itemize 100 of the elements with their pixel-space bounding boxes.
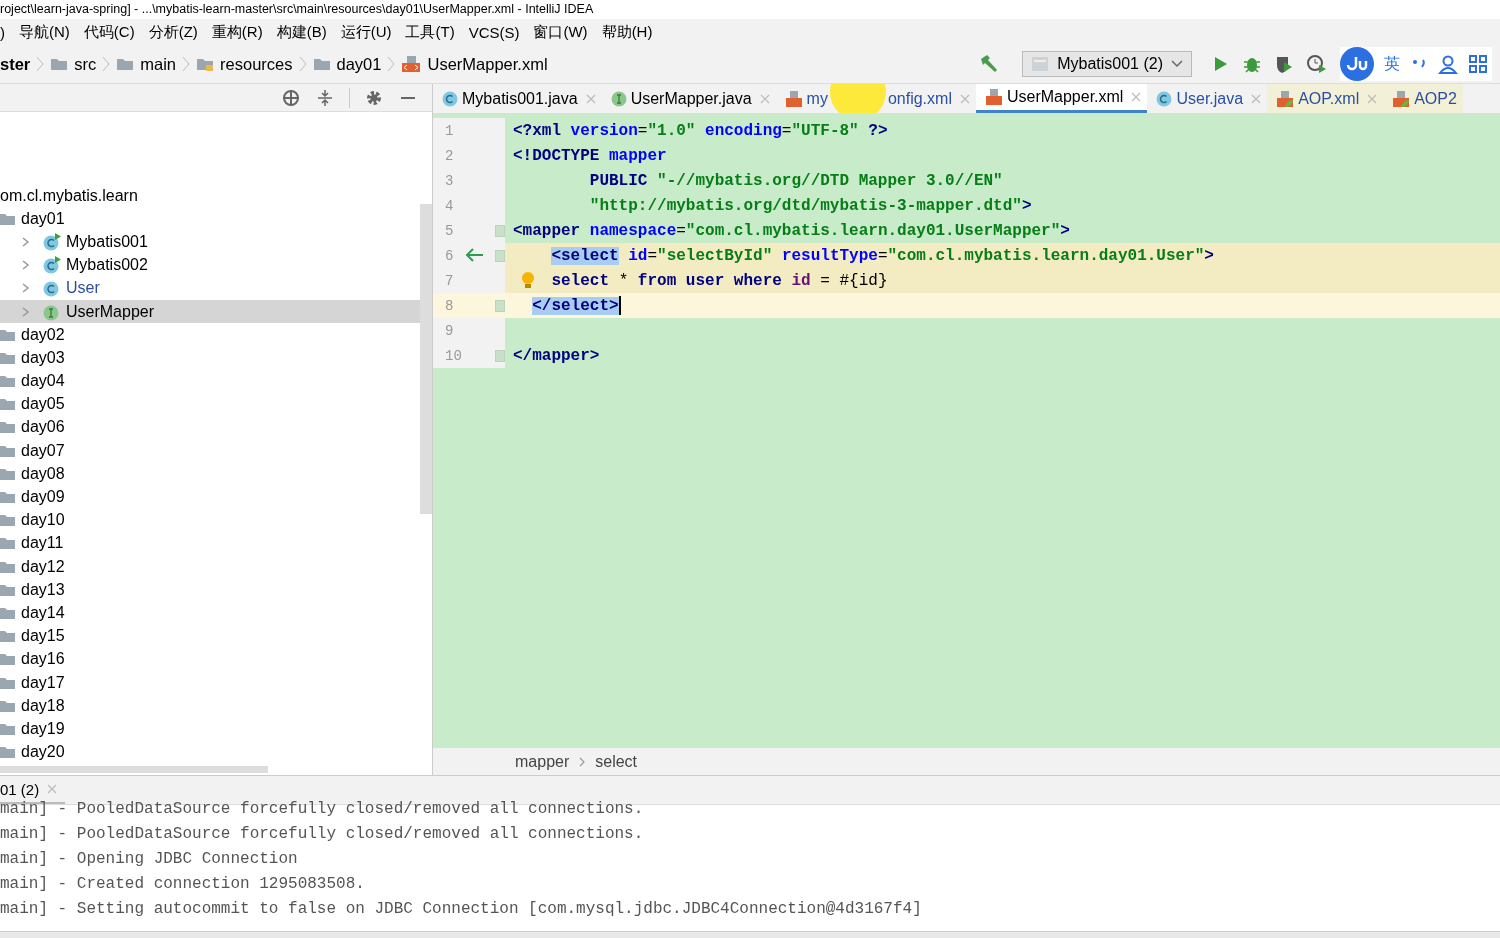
tree-item[interactable]: Mybatis002 <box>0 253 420 277</box>
folder-icon <box>0 350 16 365</box>
collapse-icon[interactable] <box>315 87 335 108</box>
tree-item[interactable]: day02 <box>0 323 420 347</box>
folder-icon <box>0 582 16 597</box>
clock-icon[interactable] <box>1306 54 1328 74</box>
arrow-left-icon[interactable] <box>465 247 485 263</box>
fold-marker-icon[interactable] <box>495 225 505 237</box>
chevron-icon <box>579 756 586 767</box>
caret-icon <box>1171 60 1183 68</box>
line-number: 8 <box>445 297 454 314</box>
close-icon[interactable] <box>1251 93 1262 104</box>
tree-item[interactable]: day19 <box>0 717 420 741</box>
editor-tab[interactable]: AOP.xml <box>1267 84 1384 113</box>
lightbulb-icon[interactable] <box>521 271 535 289</box>
menu-item[interactable]: 导航(N) <box>19 22 70 42</box>
tree-item[interactable]: day16 <box>0 647 420 671</box>
tree-item[interactable]: day12 <box>0 555 420 579</box>
xml-file-icon <box>784 89 803 108</box>
editor-tab[interactable]: UserMapper.java <box>601 84 776 113</box>
console-line: main] - PooledDataSource forcefully closed/removed all connections. <box>0 824 645 845</box>
breadcrumb-item[interactable]: resources <box>220 54 293 74</box>
tree-item[interactable]: day08 <box>0 462 420 486</box>
shield-icon[interactable] <box>1274 54 1294 74</box>
tree-item[interactable]: day05 <box>0 392 420 416</box>
menu-item[interactable]: 帮助(H) <box>601 22 653 42</box>
code-line: select * from user where id = #{id} <box>551 271 888 290</box>
folder-icon <box>0 605 16 620</box>
folder-icon <box>0 327 16 342</box>
menu-item[interactable]: 分析(Z) <box>148 22 198 42</box>
editor-tab[interactable]: Mybatis001.java <box>433 84 602 113</box>
line-number: 5 <box>445 222 454 239</box>
code-line: <mapper namespace="com.cl.mybatis.learn.day01.UserMapper"> <box>513 221 1070 240</box>
breadcrumb-item[interactable]: ster <box>0 54 31 74</box>
folder-icon <box>196 56 215 72</box>
tree-item[interactable]: day03 <box>0 346 420 370</box>
tree-item[interactable]: day17 <box>0 670 420 695</box>
tree-item[interactable]: day11 <box>0 531 420 555</box>
menu-item[interactable]: 运行(U) <box>340 22 392 42</box>
close-icon[interactable] <box>585 93 596 104</box>
tree-item[interactable]: day13 <box>0 578 420 602</box>
menu-item[interactable]: 工具(T) <box>405 22 455 42</box>
folder-icon <box>0 490 16 505</box>
chevron-icon <box>298 55 307 73</box>
user-icon[interactable] <box>1438 54 1458 74</box>
tree-item[interactable]: day04 <box>0 369 420 393</box>
scrollbar[interactable] <box>0 766 268 773</box>
folder-icon <box>116 56 135 72</box>
tree-item[interactable]: om.cl.mybatis.learn <box>0 184 420 208</box>
menu-item[interactable]: ) <box>0 23 5 41</box>
folder-icon <box>0 420 16 435</box>
tree-item[interactable]: day10 <box>0 508 420 532</box>
grid-icon[interactable] <box>1468 54 1488 74</box>
breadcrumb-item[interactable]: select <box>595 752 638 771</box>
tree-item[interactable]: Mybatis001 <box>0 230 420 254</box>
tree-item[interactable]: day18 <box>0 694 420 718</box>
run-configuration-dropdown[interactable]: Mybatis001 (2) <box>1022 51 1192 77</box>
menu-item[interactable]: 构建(B) <box>276 22 327 42</box>
class-icon <box>43 232 61 251</box>
line-number: 6 <box>445 247 454 264</box>
breadcrumb-item[interactable]: main <box>140 54 177 74</box>
line-number: 7 <box>445 272 454 289</box>
close-icon[interactable] <box>47 784 58 794</box>
editor-tab[interactable]: User.java <box>1147 84 1268 113</box>
close-icon[interactable] <box>1131 92 1142 102</box>
tree-item[interactable]: day01 <box>0 207 420 231</box>
editor-tab[interactable]: my onfig.xml <box>775 84 976 113</box>
menu-item[interactable]: 重构(R) <box>211 22 263 42</box>
breadcrumb-item[interactable]: UserMapper.xml <box>427 54 548 74</box>
scrollbar[interactable] <box>420 204 432 514</box>
breadcrumb-item[interactable]: day01 <box>336 54 382 74</box>
tree-item[interactable]: UserMapper <box>0 299 420 324</box>
tree-item[interactable]: User <box>0 276 420 300</box>
code-line: </mapper> <box>513 346 600 365</box>
tree-item[interactable]: day14 <box>0 601 420 625</box>
folder-icon <box>312 56 331 72</box>
close-icon[interactable] <box>959 93 970 104</box>
tree-item[interactable]: day15 <box>0 624 420 648</box>
menu-item[interactable]: 窗口(W) <box>533 22 588 42</box>
input-language-toggle[interactable]: 英 <box>1384 53 1400 75</box>
tree-item[interactable]: day09 <box>0 485 420 509</box>
folder-icon <box>0 698 16 713</box>
tree-item[interactable]: day20 <box>0 740 420 764</box>
breadcrumb-item[interactable]: mapper <box>515 752 570 771</box>
tree-item[interactable]: day07 <box>0 439 420 463</box>
editor-tab[interactable]: AOP2 <box>1383 84 1463 113</box>
menu-item[interactable]: 代码(C) <box>83 22 135 42</box>
menu-item[interactable]: VCS(S) <box>468 23 520 41</box>
breadcrumb-item[interactable]: src <box>74 54 97 74</box>
keyboard-app-logo-icon[interactable] <box>1340 47 1374 81</box>
fold-marker-icon[interactable] <box>495 250 505 262</box>
editor-tab[interactable]: UserMapper.xml <box>975 84 1148 113</box>
close-icon[interactable] <box>759 93 770 104</box>
fold-marker-icon[interactable] <box>495 300 505 312</box>
tree-item[interactable]: day06 <box>0 415 420 440</box>
fold-marker-icon[interactable] <box>495 350 505 362</box>
close-icon[interactable] <box>1367 93 1378 104</box>
target-icon[interactable] <box>281 87 301 108</box>
folder-icon <box>0 513 16 528</box>
xml-file-icon <box>984 88 1003 106</box>
